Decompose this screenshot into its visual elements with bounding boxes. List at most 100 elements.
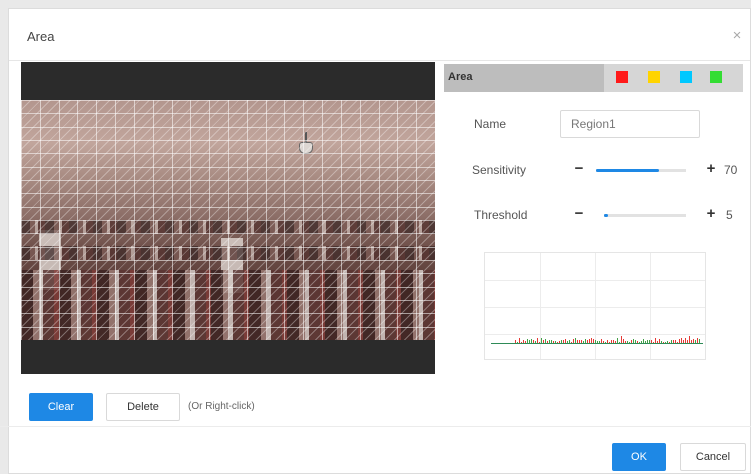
- graph-activity-bar: [647, 340, 648, 343]
- area-selector-bar: Area: [444, 64, 743, 92]
- graph-activity-bar: [645, 341, 646, 343]
- name-input[interactable]: [560, 110, 700, 138]
- cancel-button[interactable]: Cancel: [680, 443, 746, 471]
- graph-activity-bar: [593, 339, 594, 343]
- graph-activity-bar: [671, 340, 672, 343]
- graph-activity-bar: [685, 338, 686, 343]
- graph-activity-bar: [677, 342, 678, 343]
- graph-activity-bar: [531, 339, 532, 343]
- graph-activity-bar: [675, 340, 676, 343]
- threshold-increase-button[interactable]: +: [704, 206, 718, 221]
- area-label: Area: [448, 71, 473, 83]
- graph-activity-bar: [551, 340, 552, 343]
- graph-activity-bar: [541, 338, 542, 343]
- graph-activity-bar: [597, 341, 598, 343]
- graph-activity-bar: [655, 338, 656, 343]
- sensitivity-slider-fill: [596, 169, 659, 172]
- graph-activity-bar: [635, 340, 636, 343]
- graph-activity-bar: [587, 340, 588, 343]
- graph-activity-bar: [547, 341, 548, 343]
- graph-activity-bar: [539, 342, 540, 343]
- graph-activity-bar: [605, 342, 606, 343]
- graph-activity-bar: [643, 339, 644, 343]
- graph-activity-bar: [553, 341, 554, 343]
- right-click-hint: (Or Right-click): [188, 401, 255, 412]
- threshold-slider-fill: [604, 214, 609, 217]
- graph-activity-bar: [661, 341, 662, 343]
- graph-activity-bar: [527, 339, 528, 343]
- graph-activity-bar: [623, 339, 624, 343]
- graph-activity-bar: [565, 339, 566, 343]
- threshold-slider[interactable]: [604, 214, 686, 217]
- graph-activity-bar: [563, 340, 564, 343]
- sensitivity-increase-button[interactable]: +: [704, 161, 718, 176]
- graph-activity-bar: [695, 340, 696, 343]
- graph-activity-bar: [637, 341, 638, 343]
- graph-activity-bar: [609, 342, 610, 343]
- graph-activity-bar: [577, 340, 578, 343]
- graph-activity-bar: [683, 340, 684, 343]
- graph-activity-bar: [549, 340, 550, 343]
- area-color-cyan[interactable]: [680, 71, 692, 83]
- graph-activity-bar: [571, 342, 572, 343]
- ok-button[interactable]: OK: [612, 443, 666, 471]
- clear-button[interactable]: Clear: [29, 393, 93, 421]
- graph-activity-bar: [699, 339, 700, 343]
- delete-button[interactable]: Delete: [106, 393, 180, 421]
- graph-activity-bar: [615, 341, 616, 343]
- graph-activity-bar: [517, 342, 518, 343]
- close-icon[interactable]: ×: [728, 27, 746, 45]
- threshold-label: Threshold: [474, 208, 528, 222]
- graph-activity-bar: [533, 340, 534, 343]
- camera-scene: [21, 100, 435, 340]
- area-color-green[interactable]: [710, 71, 722, 83]
- graph-activity-bar: [621, 336, 622, 343]
- graph-activity-bar: [515, 340, 516, 343]
- area-color-yellow[interactable]: [648, 71, 660, 83]
- graph-activity-bar: [681, 338, 682, 343]
- graph-activity-bar: [585, 339, 586, 343]
- graph-activity-bar: [673, 340, 674, 343]
- graph-activity-bar: [583, 341, 584, 343]
- graph-activity-bar: [697, 338, 698, 343]
- sensitivity-slider[interactable]: [596, 169, 686, 172]
- graph-activity-bar: [599, 341, 600, 343]
- graph-activity-bar: [601, 339, 602, 343]
- graph-activity-bar: [617, 338, 618, 343]
- graph-activity-bar: [543, 340, 544, 343]
- footer-divider: [0, 426, 751, 427]
- graph-activity-bar: [589, 339, 590, 343]
- graph-activity-bar: [649, 340, 650, 343]
- graph-activity-bar: [567, 341, 568, 343]
- dialog-title: Area: [27, 29, 55, 44]
- graph-activity-bar: [569, 340, 570, 343]
- graph-activity-bar: [529, 340, 530, 343]
- graph-activity-bar: [525, 341, 526, 343]
- graph-activity-bar: [619, 342, 620, 343]
- graph-activity-bar: [689, 336, 690, 343]
- graph-activity-bar: [669, 342, 670, 343]
- graph-activity-bar: [667, 341, 668, 343]
- sensitivity-label: Sensitivity: [472, 163, 527, 177]
- sensitivity-decrease-button[interactable]: −: [572, 161, 586, 176]
- graph-activity-bar: [665, 342, 666, 343]
- graph-activity-bar: [627, 341, 628, 343]
- graph-activity-bar: [625, 341, 626, 343]
- graph-activity-bar: [659, 339, 660, 343]
- graph-activity-bar: [521, 342, 522, 343]
- graph-activity-bar: [523, 340, 524, 343]
- graph-activity-bar: [613, 340, 614, 343]
- graph-activity-bar: [633, 339, 634, 343]
- graph-activity-bar: [631, 340, 632, 343]
- graph-activity-bar: [559, 341, 560, 343]
- detection-grid[interactable]: [21, 100, 435, 340]
- motion-graph: [484, 252, 706, 360]
- threshold-decrease-button[interactable]: −: [572, 206, 586, 221]
- graph-activity-bar: [561, 340, 562, 343]
- graph-activity-bar: [519, 338, 520, 343]
- video-preview[interactable]: [21, 62, 435, 374]
- graph-activity-bar: [641, 341, 642, 343]
- graph-activity-bar: [679, 339, 680, 343]
- area-color-red[interactable]: [616, 71, 628, 83]
- dialog-header: Area ×: [9, 9, 750, 61]
